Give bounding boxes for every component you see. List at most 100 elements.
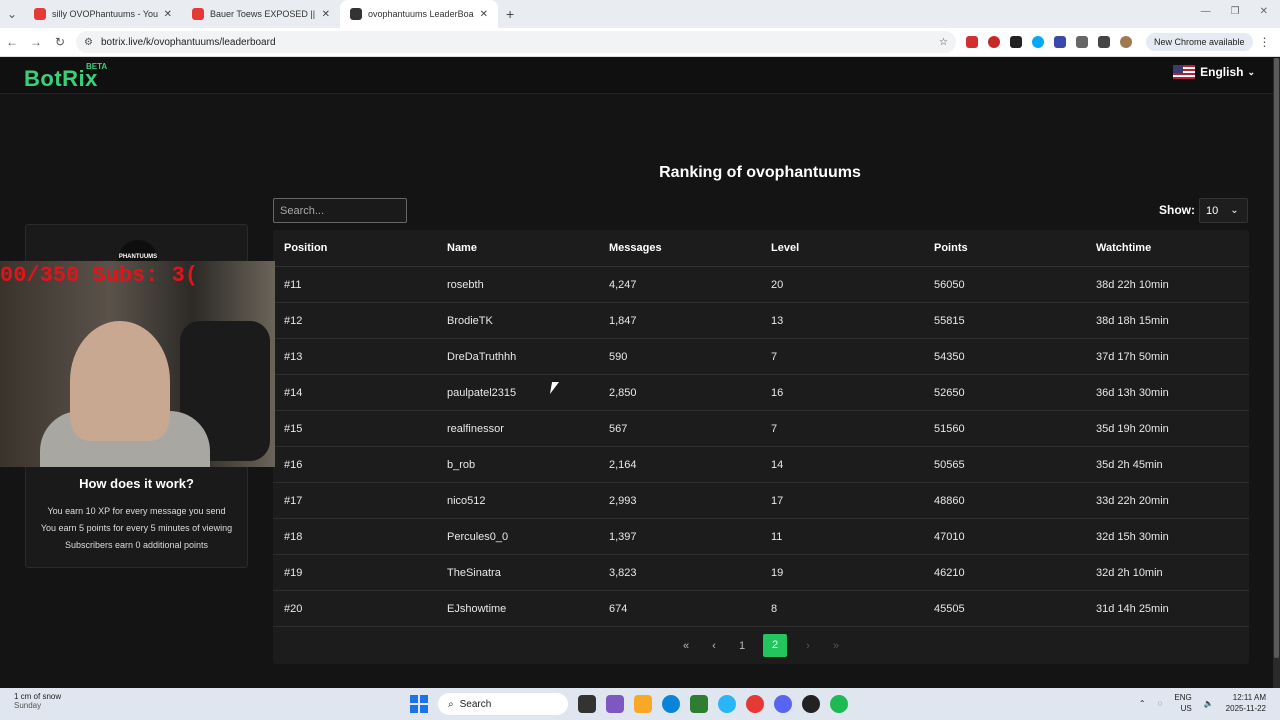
table-row: #14 paulpatel2315 2,850 16 52650 36d 13h 30mi…: [273, 375, 1249, 411]
cell-name[interactable]: b_rob: [436, 459, 598, 471]
last-page-icon: »: [832, 639, 840, 652]
close-tab-icon[interactable]: ✕: [164, 9, 172, 20]
page-scrollbar[interactable]: [1273, 58, 1280, 688]
puzzle-icon[interactable]: [1076, 36, 1088, 48]
leaderboard-table: Position Name Messages Level Points Watc…: [273, 230, 1249, 664]
close-tab-icon[interactable]: ✕: [480, 9, 488, 20]
search-icon: ⌕: [448, 698, 454, 710]
menu-dots-icon[interactable]: ⋮: [1253, 35, 1277, 49]
first-page-icon[interactable]: «: [679, 640, 693, 652]
clock-date: 2025-11-22: [1225, 704, 1266, 713]
clock-time: 12:11 AM: [1232, 693, 1266, 702]
telegram-icon[interactable]: [718, 695, 736, 713]
tray-chevron-icon[interactable]: ⌃: [1139, 699, 1146, 708]
column-header-points[interactable]: Points: [923, 242, 1085, 254]
language-selector[interactable]: English ⌄: [1173, 65, 1255, 79]
volume-icon[interactable]: 🔈: [1204, 699, 1214, 708]
cell-position: #15: [284, 422, 303, 435]
cell-position: #19: [284, 566, 303, 579]
reading-list-icon[interactable]: [1098, 36, 1110, 48]
column-header-messages[interactable]: Messages: [598, 242, 760, 254]
column-header-position[interactable]: Position: [273, 242, 436, 254]
new-chrome-button[interactable]: New Chrome available: [1146, 33, 1253, 51]
extension-icon[interactable]: [1010, 36, 1022, 48]
browser-tab-youtube-2[interactable]: Bauer Toews EXPOSED || Caugh ✕: [182, 0, 340, 28]
discord-icon[interactable]: [774, 695, 792, 713]
page-size-value: 10: [1206, 204, 1219, 217]
bookmark-star-icon[interactable]: ☆: [939, 37, 948, 48]
clock[interactable]: 12:11 AM 2025-11-22: [1226, 692, 1266, 714]
cell-name[interactable]: Percules0_0: [436, 531, 598, 543]
copilot-icon[interactable]: [606, 695, 624, 713]
extension-icon[interactable]: [988, 36, 1000, 48]
page-title: Ranking of ovophantuums: [659, 164, 861, 181]
task-view-icon[interactable]: [578, 695, 596, 713]
cell-level: 7: [771, 350, 778, 363]
file-explorer-icon[interactable]: [634, 695, 652, 713]
cell-position: #14: [284, 386, 303, 399]
network-icon[interactable]: ◌: [1158, 699, 1163, 708]
cell-points: 46210: [934, 566, 965, 579]
forward-icon[interactable]: →: [24, 35, 48, 49]
cell-level: 16: [771, 386, 784, 399]
back-icon[interactable]: ←: [0, 35, 24, 49]
browser-tab-leaderboard[interactable]: ovophantuums LeaderBoard | T ✕: [340, 0, 498, 28]
cell-level: 8: [771, 602, 778, 615]
cell-name[interactable]: nico512: [436, 495, 598, 507]
table-row: #18 Percules0_0 1,397 11 47010 32d 15h 30min: [273, 519, 1249, 555]
scrollbar-thumb[interactable]: [1274, 58, 1279, 658]
obs-icon[interactable]: [802, 695, 820, 713]
close-window-icon[interactable]: ✕: [1260, 6, 1268, 17]
browser-tab-youtube[interactable]: silly OVOPhantuums - YouTube ✕: [24, 0, 182, 28]
how-line-points: You earn 5 points for every 5 minutes of…: [40, 523, 233, 533]
minimize-icon[interactable]: —: [1201, 6, 1211, 17]
cell-messages: 590: [609, 350, 628, 363]
table-row: #20 EJshowtime 674 8 45505 31d 14h 25min: [273, 591, 1249, 627]
weather-widget[interactable]: 1 cm of snow Sunday: [14, 692, 61, 710]
us-flag-icon: [1173, 65, 1196, 79]
taskbar-search[interactable]: ⌕ Search: [438, 693, 568, 715]
tab-list-chevron-icon[interactable]: ⌄: [0, 7, 24, 21]
close-tab-icon[interactable]: ✕: [322, 9, 330, 20]
chrome-icon[interactable]: [746, 695, 764, 713]
column-header-level[interactable]: Level: [760, 242, 923, 254]
search-input[interactable]: [273, 198, 407, 223]
profile-avatar[interactable]: [1120, 36, 1132, 48]
url-text: botrix.live/k/ovophantuums/leaderboard: [100, 36, 276, 48]
extension-icon[interactable]: [1054, 36, 1066, 48]
language-label: English: [1200, 65, 1244, 79]
cell-position: #17: [284, 494, 303, 507]
column-header-watchtime[interactable]: Watchtime: [1085, 242, 1249, 254]
cell-name[interactable]: EJshowtime: [436, 603, 598, 615]
cell-name[interactable]: rosebth: [436, 279, 598, 291]
extension-icon[interactable]: [1032, 36, 1044, 48]
cell-name[interactable]: DreDaTruthhh: [436, 351, 598, 363]
new-tab-icon[interactable]: +: [506, 6, 514, 22]
botrix-favicon-icon: [350, 8, 362, 20]
taskbar-apps: ⌕ Search: [410, 693, 848, 715]
url-bar[interactable]: ⚙ botrix.live/k/ovophantuums/leaderboard…: [76, 31, 956, 53]
cell-points: 45505: [934, 602, 965, 615]
language-indicator[interactable]: ENG US: [1174, 692, 1191, 714]
lang-code: ENG: [1174, 693, 1192, 702]
page-2-button[interactable]: 2: [763, 634, 787, 657]
app-icon[interactable]: [690, 695, 708, 713]
cell-name[interactable]: BrodieTK: [436, 315, 598, 327]
column-header-name[interactable]: Name: [436, 242, 598, 254]
prev-page-icon[interactable]: ‹: [707, 640, 721, 652]
page-size-select[interactable]: 10 ⌄: [1199, 198, 1248, 223]
extension-icon[interactable]: [966, 36, 978, 48]
windows-start-icon[interactable]: [410, 695, 428, 713]
cell-name[interactable]: paulpatel2315: [436, 387, 598, 399]
cell-name[interactable]: TheSinatra: [436, 567, 598, 579]
site-info-icon[interactable]: ⚙: [84, 37, 93, 48]
cell-name[interactable]: realfinessor: [436, 423, 598, 435]
spotify-icon[interactable]: [830, 695, 848, 713]
restore-icon[interactable]: ❐: [1231, 6, 1240, 17]
table-header-row: Position Name Messages Level Points Watc…: [273, 230, 1249, 267]
weather-day: Sunday: [14, 701, 42, 710]
cell-position: #13: [284, 350, 303, 363]
reload-icon[interactable]: ↻: [48, 35, 72, 49]
edge-icon[interactable]: [662, 695, 680, 713]
page-1-button[interactable]: 1: [735, 640, 749, 652]
